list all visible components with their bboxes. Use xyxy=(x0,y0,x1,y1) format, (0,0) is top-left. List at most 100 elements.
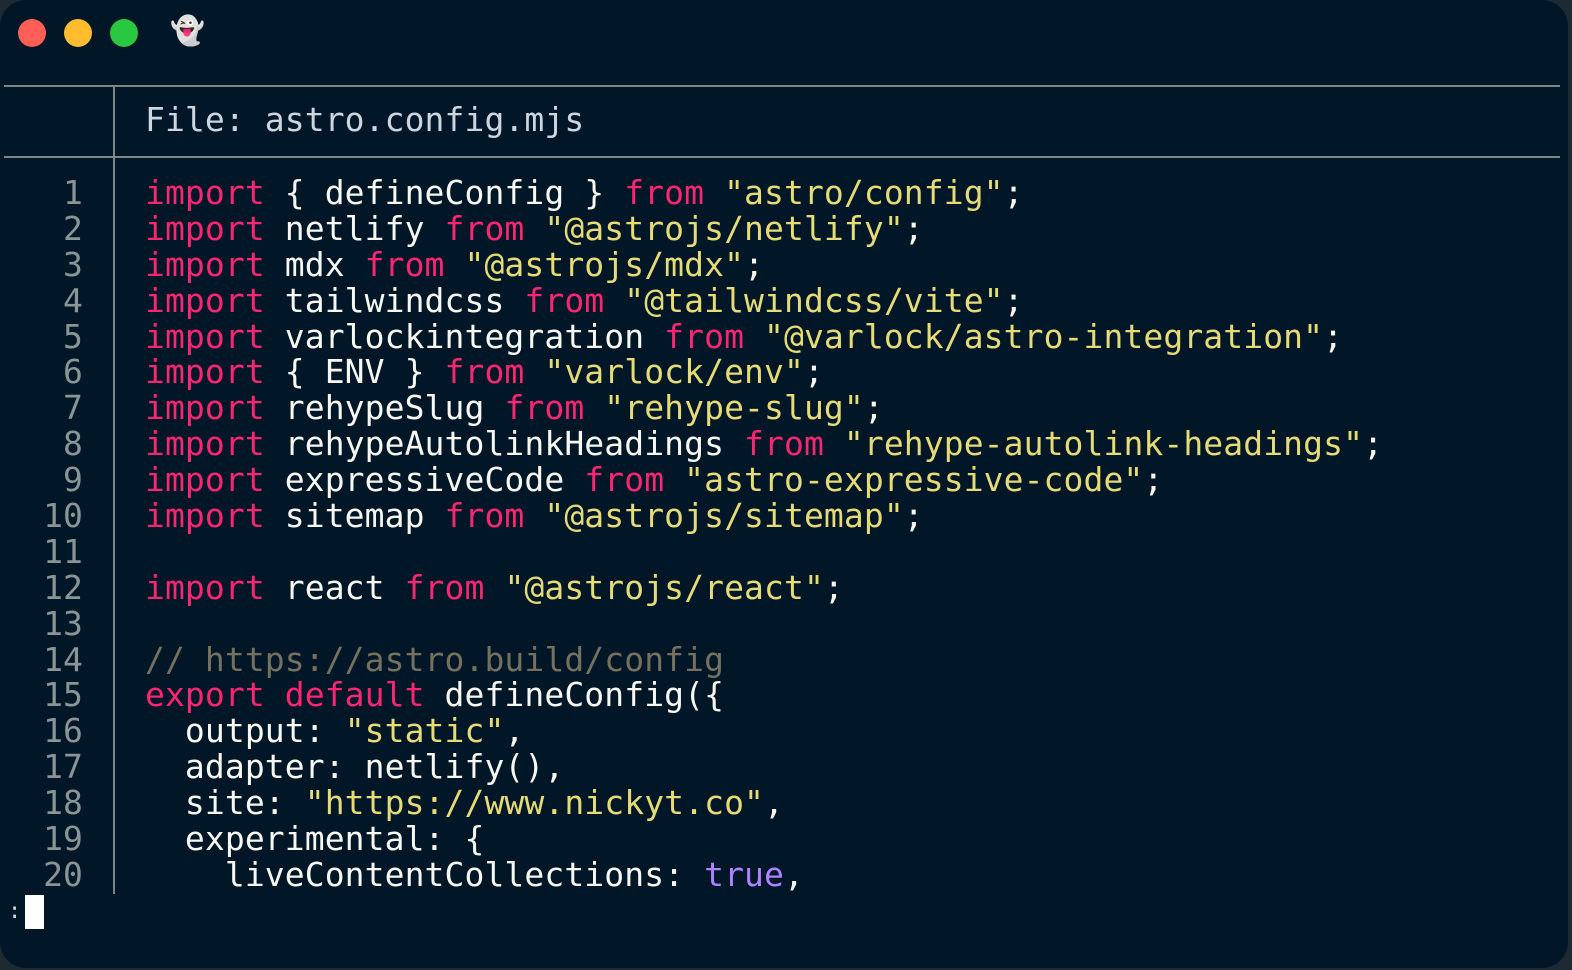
token-plain: netlify xyxy=(264,208,445,248)
token-plain: defineConfig({ xyxy=(424,675,725,715)
code-line: 5 import varlockintegration from "@varloc… xyxy=(0,316,1568,356)
token-kw: from xyxy=(504,388,585,428)
token-kw: from xyxy=(364,244,445,284)
token-plain: , xyxy=(783,854,804,894)
token-kw: from xyxy=(444,208,525,248)
code-line: 7 import rehypeSlug from "rehype-slug"; xyxy=(0,390,1568,426)
token-str: "static" xyxy=(344,711,505,751)
text-cursor[interactable] xyxy=(25,895,44,929)
token-str: "https://www.nickyt.co" xyxy=(304,783,765,823)
line-text: experimental: { xyxy=(145,821,484,857)
line-number: 5 xyxy=(63,316,83,356)
code-line: 20 liveContentCollections: true, xyxy=(0,854,1568,894)
token-bool: true xyxy=(704,854,784,894)
token-plain: , xyxy=(504,711,525,751)
token-kw: import xyxy=(145,244,265,284)
line-text: site: "https://www.nickyt.co", xyxy=(145,785,784,821)
token-plain: ; xyxy=(903,208,924,248)
line-text: import varlockintegration from "@varlock… xyxy=(145,316,1343,356)
token-str: "@astrojs/sitemap" xyxy=(544,496,904,536)
token-kw: export xyxy=(145,675,265,715)
line-text: import { ENV } from "varlock/env"; xyxy=(145,354,824,390)
header-top-divider xyxy=(4,85,1560,87)
token-plain: ; xyxy=(803,352,824,392)
code-line: 16 output: "static", xyxy=(0,713,1568,749)
token-plain: output: xyxy=(145,711,345,751)
line-text: liveContentCollections: true, xyxy=(145,854,804,894)
code-line: 2 import netlify from "@astrojs/netlify"; xyxy=(0,208,1568,248)
code-line: 10 import sitemap from "@astrojs/sitemap"… xyxy=(0,498,1568,534)
line-text: import mdx from "@astrojs/mdx"; xyxy=(145,244,765,284)
code-line: 15 export default defineConfig({ xyxy=(0,677,1568,713)
token-str: "@astrojs/netlify" xyxy=(544,208,904,248)
token-kw: import xyxy=(145,424,265,464)
line-number: 12 xyxy=(43,567,83,607)
token-kw: import xyxy=(145,567,265,607)
token-kw: from xyxy=(444,496,525,536)
zoom-button[interactable] xyxy=(110,19,138,47)
token-kw: from xyxy=(404,567,485,607)
token-kw: import xyxy=(145,173,265,212)
code-line: 1 import { defineConfig } from "astro/con… xyxy=(0,175,1568,211)
code-line: 12 import react from "@astrojs/react"; xyxy=(0,567,1568,607)
line-text: output: "static", xyxy=(145,713,524,749)
line-number: 6 xyxy=(63,352,83,392)
token-plain: mdx xyxy=(264,244,365,284)
token-str: "rehype-slug" xyxy=(604,388,864,428)
token-plain: tailwindcss xyxy=(264,280,525,320)
token-kw: from xyxy=(744,424,824,464)
line-number: 17 xyxy=(43,747,83,787)
token-kw: import xyxy=(145,496,265,536)
line-text: import tailwindcss from "@tailwindcss/vi… xyxy=(145,280,1024,320)
token-cm: // https://astro.build/config xyxy=(145,639,725,679)
token-kw: import xyxy=(145,352,265,392)
close-button[interactable] xyxy=(18,19,46,47)
token-plain: ; xyxy=(863,388,884,428)
token-plain: ; xyxy=(1003,173,1024,212)
line-text: import sitemap from "@astrojs/sitemap"; xyxy=(145,498,924,534)
token-plain: sitemap xyxy=(264,496,445,536)
token-str: "@tailwindcss/vite" xyxy=(624,280,1004,320)
line-number: 2 xyxy=(63,208,83,248)
line-number: 18 xyxy=(43,783,83,823)
token-plain: rehypeAutolinkHeadings xyxy=(264,424,745,464)
line-text: import react from "@astrojs/react"; xyxy=(145,567,844,607)
token-kw: from xyxy=(584,460,665,500)
token-plain: , xyxy=(764,783,784,823)
line-text: export default defineConfig({ xyxy=(145,677,724,713)
minimize-button[interactable] xyxy=(64,19,92,47)
line-number: 20 xyxy=(43,854,83,894)
line-number: 10 xyxy=(43,496,83,536)
token-plain: ; xyxy=(823,567,844,607)
token-kw: import xyxy=(145,460,265,500)
token-plain: ; xyxy=(744,244,765,284)
line-text: import rehypeAutolinkHeadings from "rehy… xyxy=(145,426,1383,462)
code-line: 18 site: "https://www.nickyt.co", xyxy=(0,785,1568,821)
token-str: "varlock/env" xyxy=(544,352,804,392)
token-kw: import xyxy=(145,316,265,356)
line-number: 1 xyxy=(63,173,83,212)
line-number: 15 xyxy=(43,675,83,715)
code-line: 17 adapter: netlify(), xyxy=(0,749,1568,785)
token-plain: react xyxy=(264,567,405,607)
token-plain: ; xyxy=(1143,460,1164,500)
token-str: "@astrojs/mdx" xyxy=(464,244,745,284)
line-number: 3 xyxy=(63,244,83,284)
code-line: 3 import mdx from "@astrojs/mdx"; xyxy=(0,244,1568,284)
pager-prompt: : xyxy=(8,899,22,924)
terminal-window: 👻 File: astro.config.mjs 1 import { defin… xyxy=(0,0,1568,968)
line-number: 19 xyxy=(43,819,83,859)
token-plain: varlockintegration xyxy=(264,316,665,356)
code-line: 8 import rehypeAutolinkHeadings from "reh… xyxy=(0,426,1568,462)
token-plain: liveContentCollections: xyxy=(145,854,705,894)
token-plain: ; xyxy=(903,496,924,536)
